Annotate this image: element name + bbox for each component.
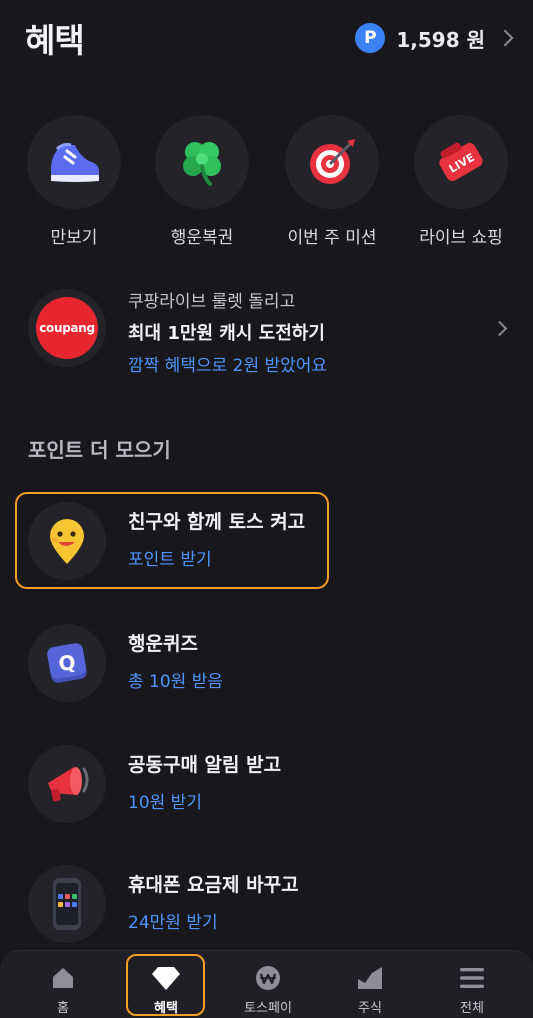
header: 혜택 P 1,598 원: [0, 0, 533, 80]
quick-item-pedometer[interactable]: 만보기: [14, 115, 134, 248]
highlight-frame: [15, 492, 329, 589]
earn-item-reward: 총 10원 받음: [128, 672, 223, 692]
clover-icon: [155, 115, 249, 209]
target-icon: [285, 115, 379, 209]
tab-all[interactable]: 전체: [427, 963, 517, 1016]
chevron-right-icon: [496, 29, 514, 47]
earn-item-lucky-quiz[interactable]: Q 행운퀴즈 총 10원 받음: [28, 624, 498, 702]
earn-item-reward: 10원 받기: [128, 793, 202, 813]
tab-toss-pay[interactable]: 토스페이: [223, 963, 313, 1016]
highlight-frame: [126, 954, 205, 1016]
points-icon: P: [355, 23, 386, 53]
stock-chart-icon: [355, 963, 385, 993]
coupang-logo-text: coupang: [36, 297, 98, 359]
points-button[interactable]: P 1,598 원: [355, 20, 514, 56]
points-value: 1,598 원: [396, 27, 485, 52]
pay-won-icon: [253, 963, 283, 993]
earn-item-text: 휴대폰 요금제 바꾸고 24만원 받기: [128, 870, 299, 933]
tab-home[interactable]: 홈: [18, 963, 108, 1016]
promo-title: 최대 1만원 캐시 도전하기: [128, 323, 325, 344]
coupang-promo-card[interactable]: coupang 쿠팡라이브 룰렛 돌리고 최대 1만원 캐시 도전하기 깜짝 혜…: [0, 283, 533, 383]
earn-item-phone-plan[interactable]: 휴대폰 요금제 바꾸고 24만원 받기: [28, 865, 498, 943]
quick-item-label: 만보기: [50, 228, 98, 248]
bottom-tab-bar: 홈 혜택 토스페이 주식 전체: [0, 950, 533, 1018]
earn-item-title: 휴대폰 요금제 바꾸고: [128, 874, 299, 896]
promo-text: 쿠팡라이브 룰렛 돌리고 최대 1만원 캐시 도전하기 깜짝 혜택으로 2원 받…: [128, 287, 327, 376]
home-icon: [48, 963, 78, 993]
quick-menu: 만보기 행운복권 이번 주 미션 LIVE 라이브 쇼핑: [0, 115, 533, 255]
quick-item-label: 행운복권: [170, 228, 234, 248]
menu-icon: [457, 963, 487, 993]
section-title: 포인트 더 모으기: [28, 438, 171, 462]
quiz-q-icon: Q: [28, 624, 106, 702]
tab-label: 토스페이: [244, 1001, 292, 1016]
earn-item-title: 공동구매 알림 받고: [128, 754, 282, 776]
earn-item-group-buy[interactable]: 공동구매 알림 받고 10원 받기: [28, 745, 498, 823]
earn-item-title: 행운퀴즈: [128, 633, 198, 655]
quick-item-label: 이번 주 미션: [287, 228, 377, 248]
earn-item-reward: 24만원 받기: [128, 913, 218, 933]
quick-item-live-shopping[interactable]: LIVE 라이브 쇼핑: [401, 115, 521, 248]
live-tag-icon: LIVE: [414, 115, 508, 209]
promo-subtitle: 쿠팡라이브 룰렛 돌리고: [128, 292, 296, 312]
megaphone-icon: [28, 745, 106, 823]
chevron-right-icon: [491, 320, 508, 337]
tab-stocks[interactable]: 주식: [325, 963, 415, 1016]
sneaker-icon: [27, 115, 121, 209]
phone-icon: [28, 865, 106, 943]
coupang-logo: coupang: [28, 289, 106, 367]
promo-reward-text: 깜짝 혜택으로 2원 받았어요: [128, 356, 328, 376]
tab-label: 전체: [460, 1001, 484, 1016]
tab-label: 주식: [358, 1001, 382, 1016]
quick-item-mission[interactable]: 이번 주 미션: [272, 115, 392, 248]
earn-item-text: 공동구매 알림 받고 10원 받기: [128, 750, 281, 813]
quick-item-lottery[interactable]: 행운복권: [142, 115, 262, 248]
tab-label: 홈: [57, 1001, 69, 1016]
earn-item-text: 행운퀴즈 총 10원 받음: [128, 629, 223, 692]
page-title: 혜택: [25, 21, 85, 60]
quick-item-label: 라이브 쇼핑: [419, 228, 503, 248]
